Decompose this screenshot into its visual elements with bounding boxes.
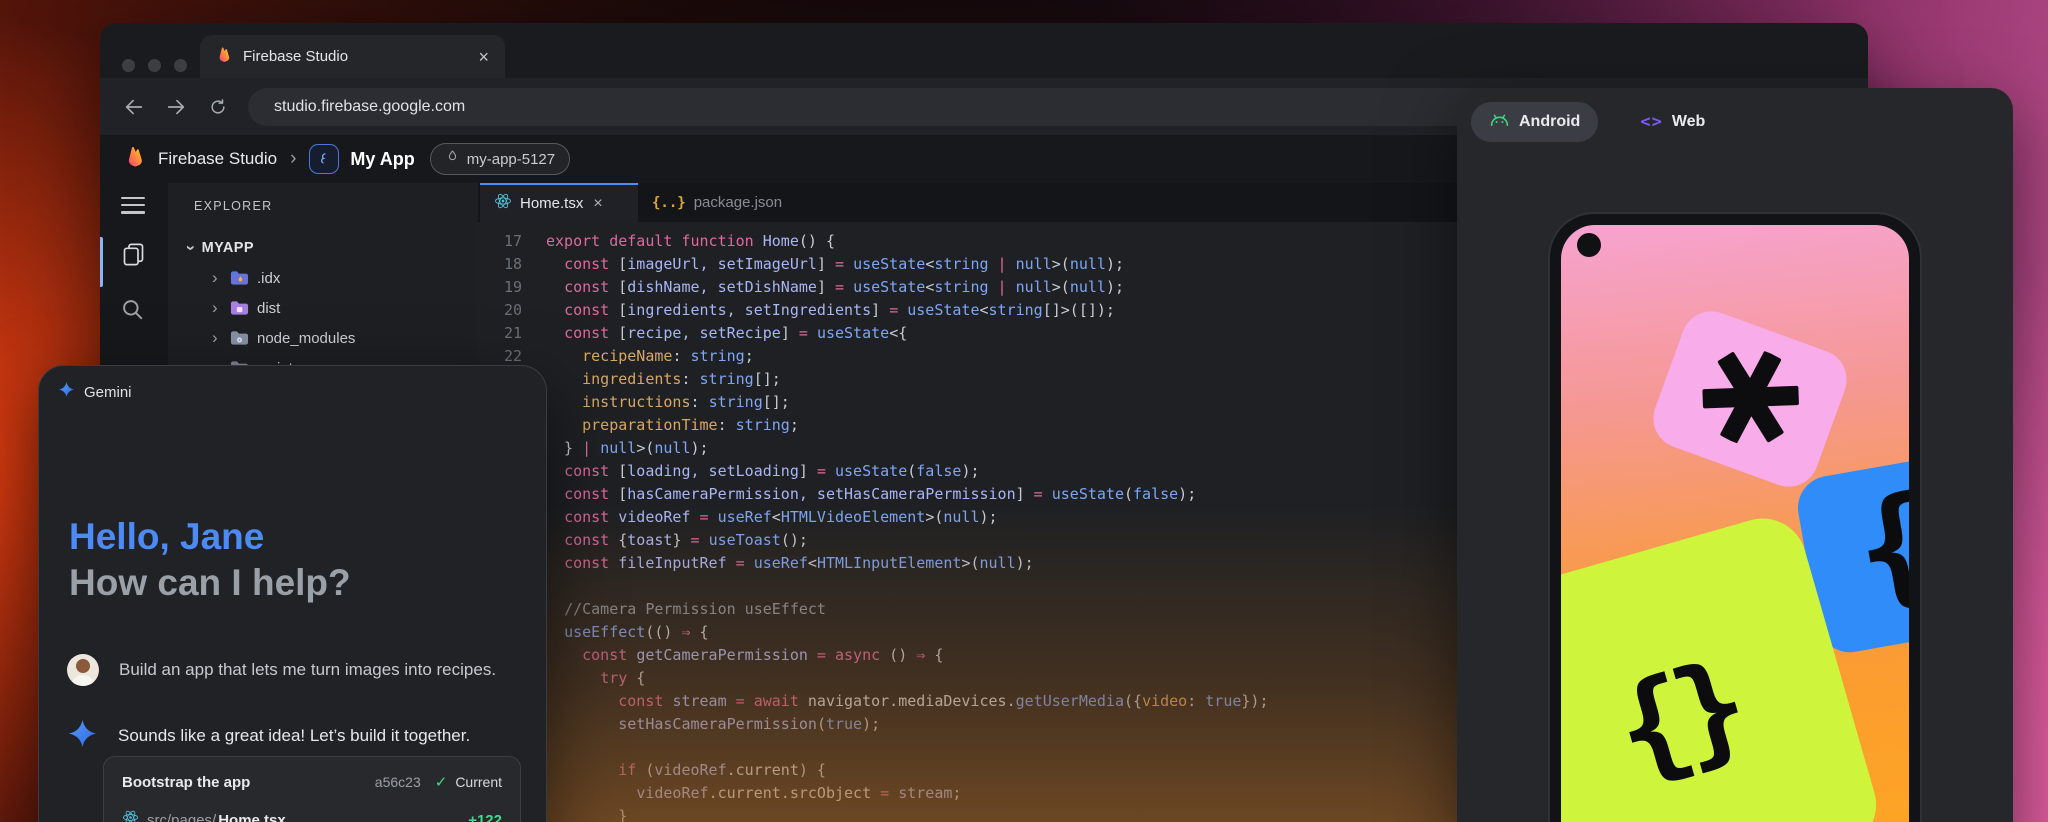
folder-label: .idx [257,270,280,287]
tab-label: Home.tsx [520,195,583,212]
folder-icon [230,300,249,316]
folder-icon [230,270,249,286]
gemini-title: Gemini [84,384,132,401]
chat-message-text: Build an app that lets me turn images in… [119,660,496,680]
commit-hash: a56c23 [375,774,421,790]
back-icon[interactable] [122,95,146,119]
page-background: Firebase Studio × studio.firebase.google… [0,0,2048,822]
greeting-name: Hello, Jane [69,514,351,560]
file-path-prefix: src/pages/ [147,812,216,822]
preview-toggle-web[interactable]: <> Web [1622,102,1723,142]
window-dot-icon[interactable] [148,59,161,72]
gemini-spark-icon [58,381,75,403]
line-number: 17 [492,230,522,253]
toggle-label: Android [1519,113,1580,131]
line-number: 21 [492,322,522,345]
file-name: Home.tsx [218,812,460,822]
explorer-item-node_modules[interactable]: › node_modules [168,323,478,353]
gemini-spark-icon [67,718,98,754]
status-badge: Current [455,774,502,790]
android-phone-frame: { {} [1548,212,1922,822]
folder-label: node_modules [257,330,355,347]
card-title: Bootstrap the app [122,774,367,791]
window-controls[interactable] [122,59,187,72]
check-icon: ✓ [435,773,448,791]
chevron-down-icon: › [181,245,201,251]
changed-file-row[interactable]: src/pages/ Home.tsx +122 [122,809,502,822]
explorer-item-dist[interactable]: › dist [168,293,478,323]
active-view-indicator [100,237,103,287]
root-folder-label: MYAPP [202,240,254,256]
window-dot-icon[interactable] [174,59,187,72]
folder-label: dist [257,300,280,317]
asterisk-icon [1688,335,1813,463]
gemini-header: Gemini [39,366,546,403]
line-number: 19 [492,276,522,299]
phone-screen[interactable]: { {} [1561,225,1909,822]
preview-panel: Android <> Web { {} [1457,88,2013,822]
firebase-flame-icon [124,145,147,173]
line-number: 18 [492,253,522,276]
explorer-item-.idx[interactable]: › .idx [168,263,478,293]
preview-toggle-android[interactable]: Android [1471,102,1598,142]
files-icon[interactable] [120,241,147,273]
tab-label: package.json [694,194,782,211]
project-badge[interactable]: my-app-5127 [430,143,570,175]
explorer-tree: › MYAPP ›.idx›dist›node_modules›scripts [168,233,478,383]
gemini-panel: Gemini Hello, Jane How can I help? Build… [38,365,547,822]
browser-titlebar: Firebase Studio × [100,23,1868,78]
tab-close-icon[interactable]: × [478,48,489,66]
chat-message-text: Sounds like a great idea! Let’s build it… [118,726,470,746]
chat-message-user: Build an app that lets me turn images in… [67,654,537,686]
camera-hole [1577,233,1601,257]
breadcrumb-chevron-icon: › [290,148,296,170]
menu-icon[interactable] [121,197,145,214]
greeting-question: How can I help? [69,560,351,606]
browser-tab[interactable]: Firebase Studio × [200,35,505,78]
chevron-right-icon: › [212,328,222,348]
react-icon [122,809,139,822]
bootstrap-card[interactable]: Bootstrap the app a56c23 ✓ Current src/p… [103,756,521,822]
forward-icon[interactable] [164,95,188,119]
firebase-flame-icon [216,46,233,68]
explorer-root-myapp[interactable]: › MYAPP [168,233,478,263]
reload-icon[interactable] [206,95,230,119]
tab-package-json[interactable]: {..} package.json [638,183,796,222]
avatar [67,654,99,686]
android-icon [1489,112,1510,132]
tab-home-tsx[interactable]: Home.tsx × [480,183,638,222]
droplet-icon [445,149,460,169]
chevron-right-icon: › [212,268,222,288]
explorer-title: EXPLORER [194,199,478,213]
browser-tab-title: Firebase Studio [243,48,468,65]
gemini-greeting: Hello, Jane How can I help? [69,514,351,606]
app-name[interactable]: My App [350,149,414,170]
close-icon[interactable]: × [593,195,602,213]
folder-icon [230,330,249,346]
preview-toggle: Android <> Web [1471,102,1723,142]
brace-glyph: { [1845,466,1909,626]
url-text: studio.firebase.google.com [274,98,465,116]
asterisk-tile [1645,303,1855,495]
toggle-label: Web [1672,113,1705,131]
braces-icon: {..} [652,195,686,211]
diff-count: +122 [468,812,502,822]
react-icon [494,192,512,215]
brand-label[interactable]: Firebase Studio [158,149,277,169]
search-icon[interactable] [120,297,146,328]
line-number: 20 [492,299,522,322]
code-icon: <> [1640,112,1662,132]
braces-glyph: {} [1600,636,1752,801]
chat-message-gemini: Sounds like a great idea! Let’s build it… [67,718,537,754]
app-prototyper-icon [309,144,339,174]
chevron-right-icon: › [212,298,222,318]
project-id: my-app-5127 [467,151,555,168]
window-dot-icon[interactable] [122,59,135,72]
